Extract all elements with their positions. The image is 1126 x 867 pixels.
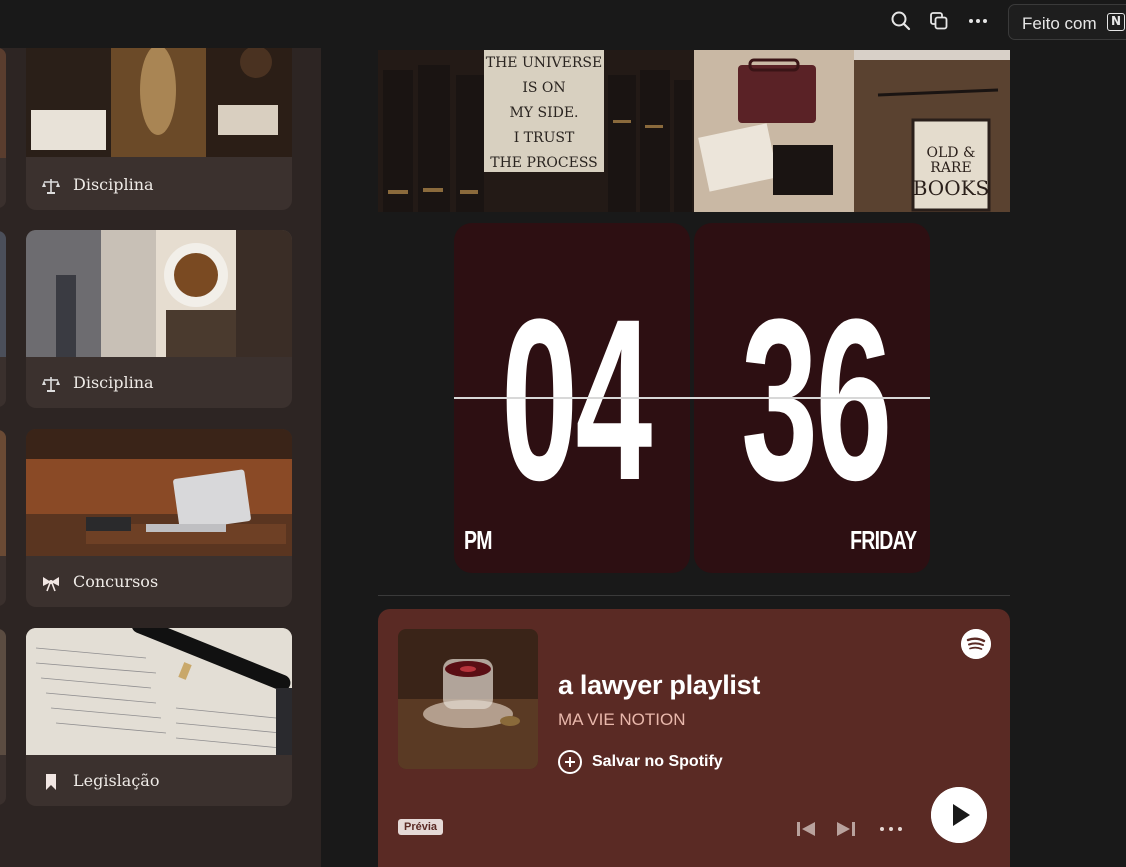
sign-text-line: OLD &: [927, 145, 976, 161]
spotify-logo-icon[interactable]: [961, 629, 991, 659]
clock-period: PM: [464, 525, 493, 555]
partial-card-edge: [0, 430, 6, 606]
card-cover-image: [26, 48, 292, 157]
add-circle-icon: [558, 750, 582, 774]
scales-icon: [42, 179, 60, 194]
card-cover-image: [26, 628, 292, 755]
scales-icon: [42, 377, 60, 392]
card-label: Disciplina: [73, 373, 154, 392]
preview-badge: Prévia: [398, 819, 444, 835]
top-bar: Feito com N: [0, 0, 1126, 48]
more-options-icon[interactable]: [878, 819, 904, 839]
sign-text-line: RARE: [930, 160, 971, 176]
partial-card-edge: [0, 629, 6, 805]
bookmark-icon: [46, 774, 56, 790]
banner-quote-line: MY SIDE.: [509, 105, 578, 121]
partial-card-edge: [0, 48, 6, 208]
search-icon[interactable]: [890, 10, 912, 32]
clock-minutes: 36: [741, 271, 892, 528]
gallery-card-concursos[interactable]: Concursos: [26, 429, 292, 607]
gallery-card-disciplina-1[interactable]: Disciplina: [26, 48, 292, 210]
partial-card-edge: [0, 231, 6, 407]
play-button[interactable]: [931, 787, 987, 843]
card-label: Legislação: [73, 771, 160, 790]
duplicate-icon[interactable]: [928, 10, 950, 32]
banner-quote-line: THE UNIVERSE: [486, 55, 602, 71]
clock-flip-divider: [454, 397, 930, 399]
gallery-card-disciplina-2[interactable]: Disciplina: [26, 230, 292, 408]
next-track-icon[interactable]: [835, 819, 857, 839]
bow-icon: [43, 577, 59, 592]
previous-track-icon[interactable]: [795, 819, 817, 839]
clock-hours: 04: [501, 271, 652, 528]
playlist-owner[interactable]: MA VIE NOTION: [558, 710, 686, 730]
more-icon[interactable]: [967, 10, 989, 32]
made-with-label: Feito com: [1022, 14, 1097, 33]
section-divider: [378, 595, 1010, 596]
sign-text-line: BOOKS: [913, 176, 990, 200]
notion-logo-icon: N: [1107, 13, 1125, 31]
spotify-embed: a lawyer playlist MA VIE NOTION Salvar n…: [378, 609, 1010, 867]
banner-quote-line: IS ON: [522, 80, 565, 96]
banner-quote-line: I TRUST: [514, 130, 575, 146]
playlist-title[interactable]: a lawyer playlist: [558, 670, 760, 701]
save-to-spotify-label: Salvar no Spotify: [592, 753, 723, 770]
card-cover-image: [26, 230, 292, 357]
card-label: Concursos: [73, 572, 159, 591]
gallery-card-legislacao[interactable]: Legislação: [26, 628, 292, 806]
playlist-cover-image[interactable]: [398, 629, 538, 769]
card-cover-image: [26, 429, 292, 556]
banner-collage-image: THE UNIVERSE IS ON MY SIDE. I TRUST THE …: [378, 50, 1010, 212]
clock-weekday: FRIDAY: [849, 525, 917, 555]
gallery-column: Disciplina Disciplina Concursos Legislaç…: [0, 48, 321, 867]
banner-quote-line: THE PROCESS: [490, 155, 598, 171]
card-label: Disciplina: [73, 175, 154, 194]
made-with-notion-button[interactable]: Feito com N: [1008, 4, 1126, 40]
